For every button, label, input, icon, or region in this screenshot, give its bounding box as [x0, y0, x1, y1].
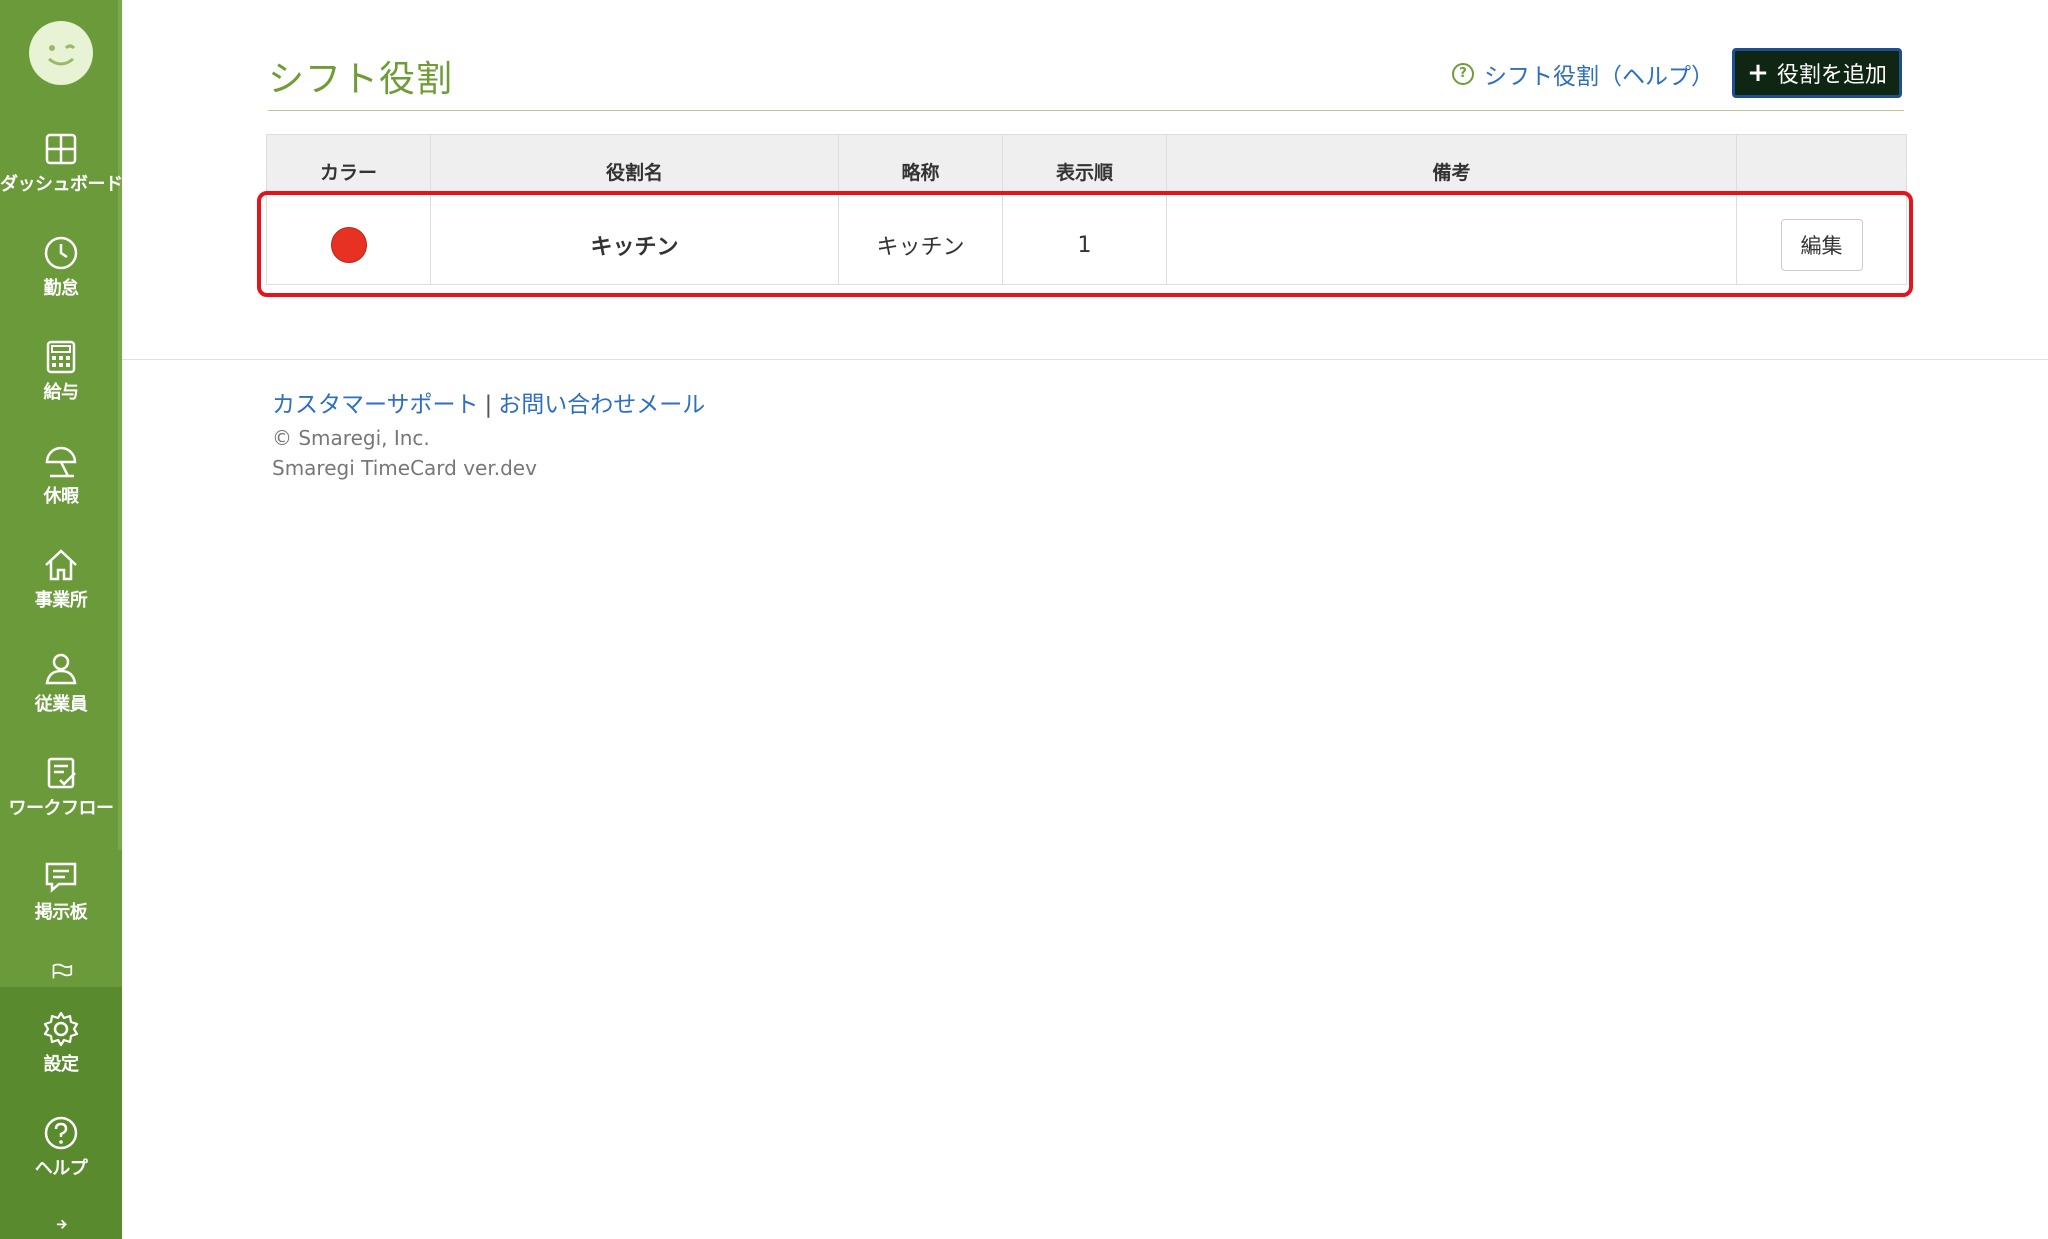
role-name-cell: キッチン: [430, 206, 839, 285]
user-icon: [45, 653, 77, 685]
dashboard-icon: [45, 133, 77, 165]
logo-icon[interactable]: [29, 21, 93, 85]
add-role-label: 役割を追加: [1776, 63, 1887, 88]
table-row: キッチン キッチン 1 編集: [266, 206, 1907, 285]
customer-support-link[interactable]: カスタマーサポート: [272, 392, 479, 418]
sidebar-item-office[interactable]: 事業所: [0, 546, 122, 612]
home-icon: [45, 549, 77, 581]
sidebar-item-label: 休暇: [43, 486, 80, 507]
arrow-right-icon: [56, 1219, 67, 1230]
sidebar-item-attendance[interactable]: 勤怠: [0, 234, 122, 300]
sidebar-item-help[interactable]: ヘルプ: [0, 1114, 122, 1180]
sidebar-item-label: ヘルプ: [34, 1158, 88, 1179]
sidebar-item-payroll[interactable]: 給与: [0, 338, 122, 404]
role-note-cell: [1166, 206, 1737, 285]
umbrella-icon: [45, 446, 77, 478]
footer-divider: [122, 359, 2048, 360]
title-divider: [268, 110, 1904, 111]
sidebar-item-bulletin[interactable]: 掲示板: [0, 858, 122, 924]
clipboard-check-icon: [47, 757, 76, 789]
column-header-note: 備考: [1166, 134, 1737, 192]
role-color-cell: [266, 206, 431, 285]
table-header-row: カラー 役割名 略称 表示順 備考: [266, 134, 1907, 192]
help-link-label: シフト役割（ヘルプ）: [1484, 64, 1714, 90]
roles-table: カラー 役割名 略称 表示順 備考 キッチン キッチン 1 編集: [266, 134, 1907, 285]
sidebar-item-label: 事業所: [34, 590, 88, 611]
help-link[interactable]: ? シフト役割（ヘルプ）: [1452, 56, 1714, 92]
edit-role-button[interactable]: 編集: [1780, 219, 1863, 271]
sidebar-item-label: 勤怠: [43, 278, 80, 299]
table-spacer-row: [266, 191, 1907, 206]
role-abbreviation-cell: キッチン: [838, 206, 1003, 285]
sidebar-item-workflow[interactable]: ワークフロー: [0, 754, 122, 820]
sidebar-item-label: 従業員: [34, 694, 88, 715]
chat-icon: [45, 862, 77, 893]
role-order-cell: 1: [1002, 206, 1167, 285]
sidebar-collapse[interactable]: [0, 1218, 122, 1239]
role-action-cell: 編集: [1736, 206, 1907, 285]
footer-links: カスタマーサポート | お問い合わせメール: [272, 385, 705, 419]
column-header-order: 表示順: [1002, 134, 1167, 192]
help-circle-icon: [44, 1116, 78, 1150]
plus-icon: +: [1747, 58, 1769, 88]
column-header-color: カラー: [266, 134, 431, 192]
column-header-action: [1736, 134, 1907, 192]
sidebar-item-label: 給与: [43, 382, 80, 403]
clock-icon: [44, 236, 78, 270]
sidebar-item-label: 掲示板: [34, 902, 88, 923]
sidebar: ダッシュボード 勤怠 給与 休暇 事業所 従業員 ワークフロー 掲示板 設定 ヘ…: [0, 0, 122, 1239]
column-header-role-name: 役割名: [430, 134, 839, 192]
sidebar-item-leave[interactable]: 休暇: [0, 442, 122, 508]
footer-separator: |: [484, 392, 493, 418]
role-color-swatch: [330, 227, 367, 263]
main-content: シフト役割 ? シフト役割（ヘルプ） + 役割を追加 カラー 役割名 略称 表示…: [122, 0, 2048, 1239]
copyright-text: © Smaregi, Inc.: [272, 426, 430, 450]
calculator-icon: [46, 340, 76, 374]
question-circle-icon: ?: [1452, 63, 1474, 85]
sidebar-item-label: 設定: [43, 1054, 80, 1075]
sidebar-item-settings[interactable]: 設定: [0, 1010, 122, 1076]
sidebar-item-employees[interactable]: 従業員: [0, 650, 122, 716]
sidebar-item-label: ワークフロー: [8, 798, 115, 819]
sidebar-item-dashboard[interactable]: ダッシュボード: [0, 130, 122, 196]
sidebar-item-label: ダッシュボード: [0, 174, 122, 195]
column-header-abbreviation: 略称: [838, 134, 1003, 192]
sidebar-item-flag-partial[interactable]: [0, 962, 122, 988]
add-role-button[interactable]: + 役割を追加: [1732, 48, 1902, 98]
version-text: Smaregi TimeCard ver.dev: [272, 456, 537, 480]
gear-icon: [43, 1011, 79, 1047]
flag-icon: [52, 963, 73, 979]
page-title: シフト役割: [268, 59, 454, 100]
contact-mail-link[interactable]: お問い合わせメール: [498, 392, 705, 418]
